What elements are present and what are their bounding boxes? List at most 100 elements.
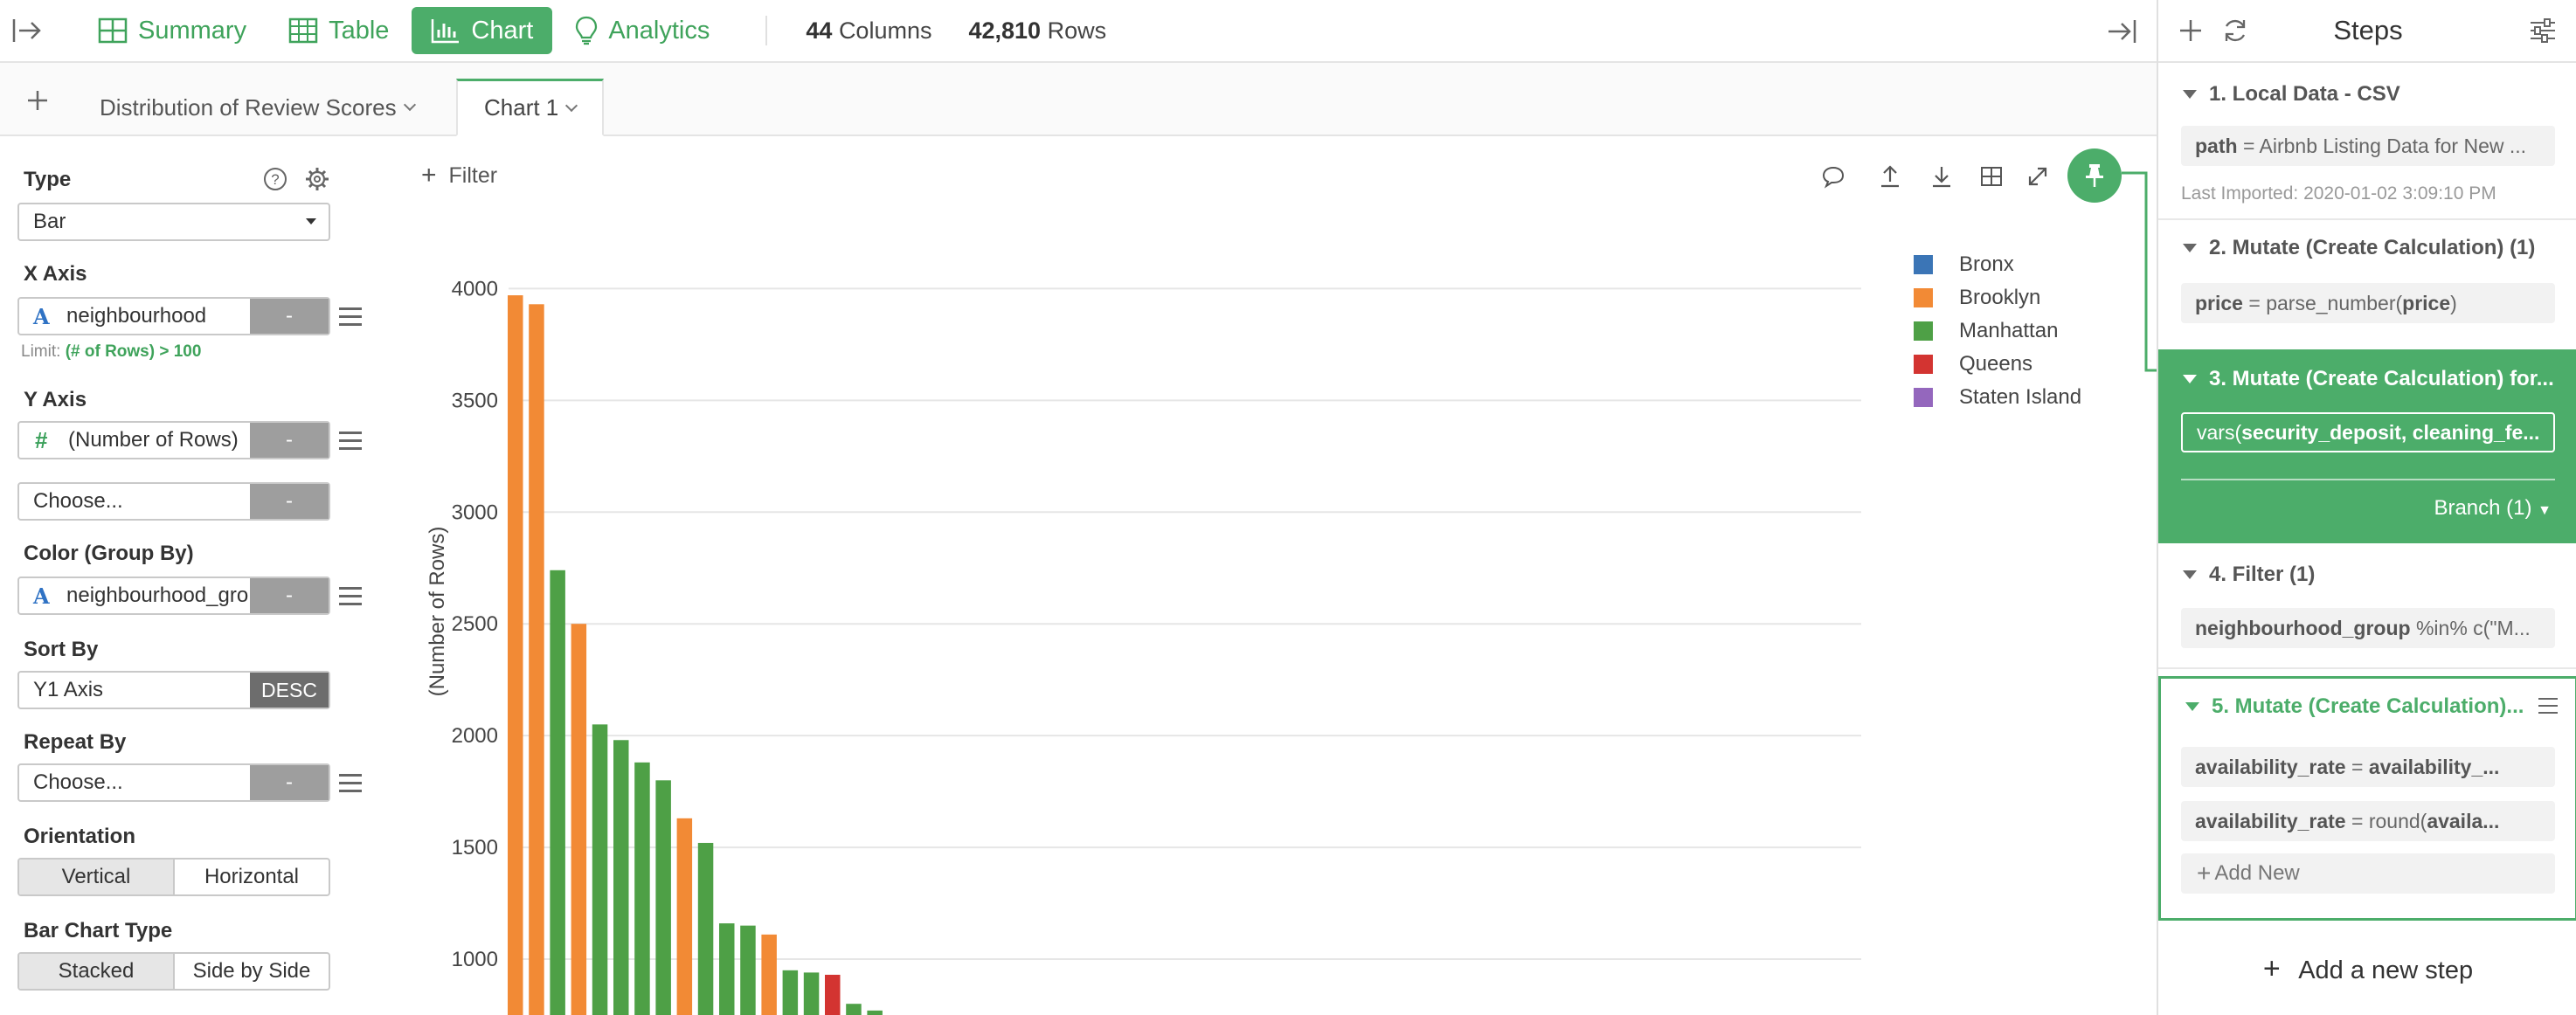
yaxis2-column-select[interactable]: Choose... - xyxy=(17,482,330,521)
color-agg-button[interactable]: - xyxy=(250,578,329,613)
comment-button[interactable] xyxy=(1816,159,1851,194)
add-new-step-button[interactable]: + Add a new step xyxy=(2158,952,2576,986)
step-2[interactable]: 2. Mutate (Create Calculation) (1) price… xyxy=(2158,220,2576,349)
repeat-select[interactable]: Choose... - xyxy=(17,763,330,802)
step-5[interactable]: 5. Mutate (Create Calculation)... availa… xyxy=(2158,676,2576,921)
collapse-triangle-icon xyxy=(2183,90,2197,99)
step-4[interactable]: 4. Filter (1) neighbourhood_group %in% c… xyxy=(2158,543,2576,667)
add-chart-button[interactable] xyxy=(23,86,52,115)
yaxis-menu-icon[interactable] xyxy=(339,432,362,451)
yaxis-agg-button[interactable]: - xyxy=(250,423,329,458)
chart-type-select[interactable]: Bar xyxy=(17,203,330,241)
color-menu-icon[interactable] xyxy=(339,587,362,606)
chevron-down-icon: ▼ xyxy=(2538,503,2552,518)
legend-item-queens[interactable]: Queens xyxy=(1914,348,2081,381)
add-new-button[interactable]: + Add New xyxy=(2181,853,2555,894)
arg-key: price xyxy=(2195,291,2243,314)
step-arg[interactable]: availability_rate = round( availa... xyxy=(2181,801,2555,841)
download-icon xyxy=(1933,167,1950,188)
tab-analytics[interactable]: Analytics xyxy=(556,7,729,54)
legend-item-brooklyn[interactable]: Brooklyn xyxy=(1914,281,2081,314)
chart-tab-review-scores[interactable]: Distribution of Review Scores xyxy=(73,79,440,136)
step-arg[interactable]: availability_rate = availability_... xyxy=(2181,747,2555,787)
bar-manhattan xyxy=(613,740,629,1015)
step-divider xyxy=(2181,479,2555,480)
step-1[interactable]: 1. Local Data - CSV path = Airbnb Listin… xyxy=(2158,65,2576,218)
pin-button[interactable] xyxy=(2067,148,2122,203)
legend-item-manhattan[interactable]: Manhattan xyxy=(1914,314,2081,348)
data-table-button[interactable] xyxy=(1974,159,2009,194)
y-tick-label: 2500 xyxy=(452,612,498,636)
yaxis-column-select[interactable]: # (Number of Rows) - xyxy=(17,421,330,459)
columns-count-label: Columns xyxy=(838,17,932,44)
sort-order-button[interactable]: DESC xyxy=(250,673,329,708)
bar-brooklyn xyxy=(761,934,777,1015)
bar-manhattan xyxy=(740,925,756,1015)
orientation-toggle: Vertical Horizontal xyxy=(17,858,330,896)
filter-button[interactable]: + Filter xyxy=(421,161,497,190)
xaxis-menu-icon[interactable] xyxy=(339,307,362,327)
help-icon[interactable]: ? xyxy=(262,166,288,192)
collapse-right-button[interactable] xyxy=(2102,12,2141,51)
tab-table[interactable]: Table xyxy=(269,7,408,54)
bar-brooklyn xyxy=(529,304,544,1015)
rows-count-value: 42,810 xyxy=(968,17,1042,44)
chart-tab-bar: Distribution of Review Scores Chart 1 xyxy=(0,63,2157,136)
orientation-vertical[interactable]: Vertical xyxy=(19,860,175,894)
step-menu-icon[interactable] xyxy=(2538,698,2558,717)
chart-tab-label: Distribution of Review Scores xyxy=(100,93,397,121)
step-title-text: 1. Local Data - CSV xyxy=(2209,82,2400,106)
arg-rest: = parse_number( xyxy=(2242,291,2403,314)
repeat-agg-button[interactable]: - xyxy=(250,765,329,800)
svg-text:?: ? xyxy=(271,171,279,188)
bar-queens xyxy=(825,974,841,1015)
yaxis2-column-value: Choose... xyxy=(33,489,123,513)
legend-item-staten-island[interactable]: Staten Island xyxy=(1914,381,2081,414)
sort-select[interactable]: Y1 Axis DESC xyxy=(17,671,330,709)
yaxis2-agg-button[interactable]: - xyxy=(250,484,329,519)
chart-config-panel: Type ? Bar X Axis A neighbourhood - Limi… xyxy=(0,136,384,1015)
steps-header: Steps xyxy=(2158,0,2576,63)
color-label: Color (Group By) xyxy=(24,542,194,565)
chart-type-value: Bar xyxy=(33,210,66,233)
bartype-side-by-side[interactable]: Side by Side xyxy=(175,954,329,989)
step-3[interactable]: 3. Mutate (Create Calculation) for... va… xyxy=(2158,349,2576,543)
tab-chart[interactable]: Chart xyxy=(412,7,553,54)
legend-item-bronx[interactable]: Bronx xyxy=(1914,248,2081,281)
plus-icon xyxy=(28,91,47,110)
collapse-triangle-icon xyxy=(2185,702,2199,711)
share-button[interactable] xyxy=(1873,159,1908,194)
step-title: 1. Local Data - CSV xyxy=(2183,82,2400,107)
collapse-left-button[interactable] xyxy=(0,0,54,62)
branch-dropdown[interactable]: Branch (1) ▼ xyxy=(2434,496,2552,521)
xaxis-agg-button[interactable]: - xyxy=(250,299,329,334)
y-tick-label: 1500 xyxy=(452,836,498,860)
last-imported: Last Imported: 2020-01-02 3:09:10 PM xyxy=(2181,183,2496,204)
bar-chart: 1000 1500 2000 2500 3000 3500 4000 (Number of R… xyxy=(426,277,1861,1015)
settings-sliders-icon[interactable] xyxy=(2529,17,2557,44)
gear-icon[interactable] xyxy=(304,166,330,192)
bartype-stacked[interactable]: Stacked xyxy=(19,954,175,989)
y-tick-label: 4000 xyxy=(452,277,498,300)
repeat-menu-icon[interactable] xyxy=(339,774,362,793)
grid-icon xyxy=(1981,167,2002,186)
step-arg[interactable]: path = Airbnb Listing Data for New ... xyxy=(2181,126,2555,166)
step-arg[interactable]: vars( security_deposit, cleaning_fe... xyxy=(2181,412,2555,452)
xaxis-column-value: neighbourhood xyxy=(66,304,207,328)
tab-summary-label: Summary xyxy=(138,16,247,45)
xaxis-limit[interactable]: Limit: (# of Rows) > 100 xyxy=(21,342,201,362)
expand-button[interactable] xyxy=(2020,159,2055,194)
add-step-label: Add a new step xyxy=(2298,956,2474,984)
step-arg[interactable]: price = parse_number( price ) xyxy=(2181,283,2555,323)
download-button[interactable] xyxy=(1924,159,1959,194)
orientation-horizontal[interactable]: Horizontal xyxy=(175,860,329,894)
xaxis-column-select[interactable]: A neighbourhood - xyxy=(17,297,330,335)
color-column-select[interactable]: A neighbourhood_gro - xyxy=(17,577,330,615)
legend-label: Queens xyxy=(1959,352,2033,376)
chart-tab-chart-1[interactable]: Chart 1 xyxy=(456,79,605,136)
limit-prefix: Limit: xyxy=(21,342,61,361)
rows-count: 42,810 Rows xyxy=(968,17,1106,45)
arg-key2: price xyxy=(2402,291,2451,314)
step-arg[interactable]: neighbourhood_group %in% c("M... xyxy=(2181,608,2555,648)
tab-summary[interactable]: Summary xyxy=(79,7,266,54)
